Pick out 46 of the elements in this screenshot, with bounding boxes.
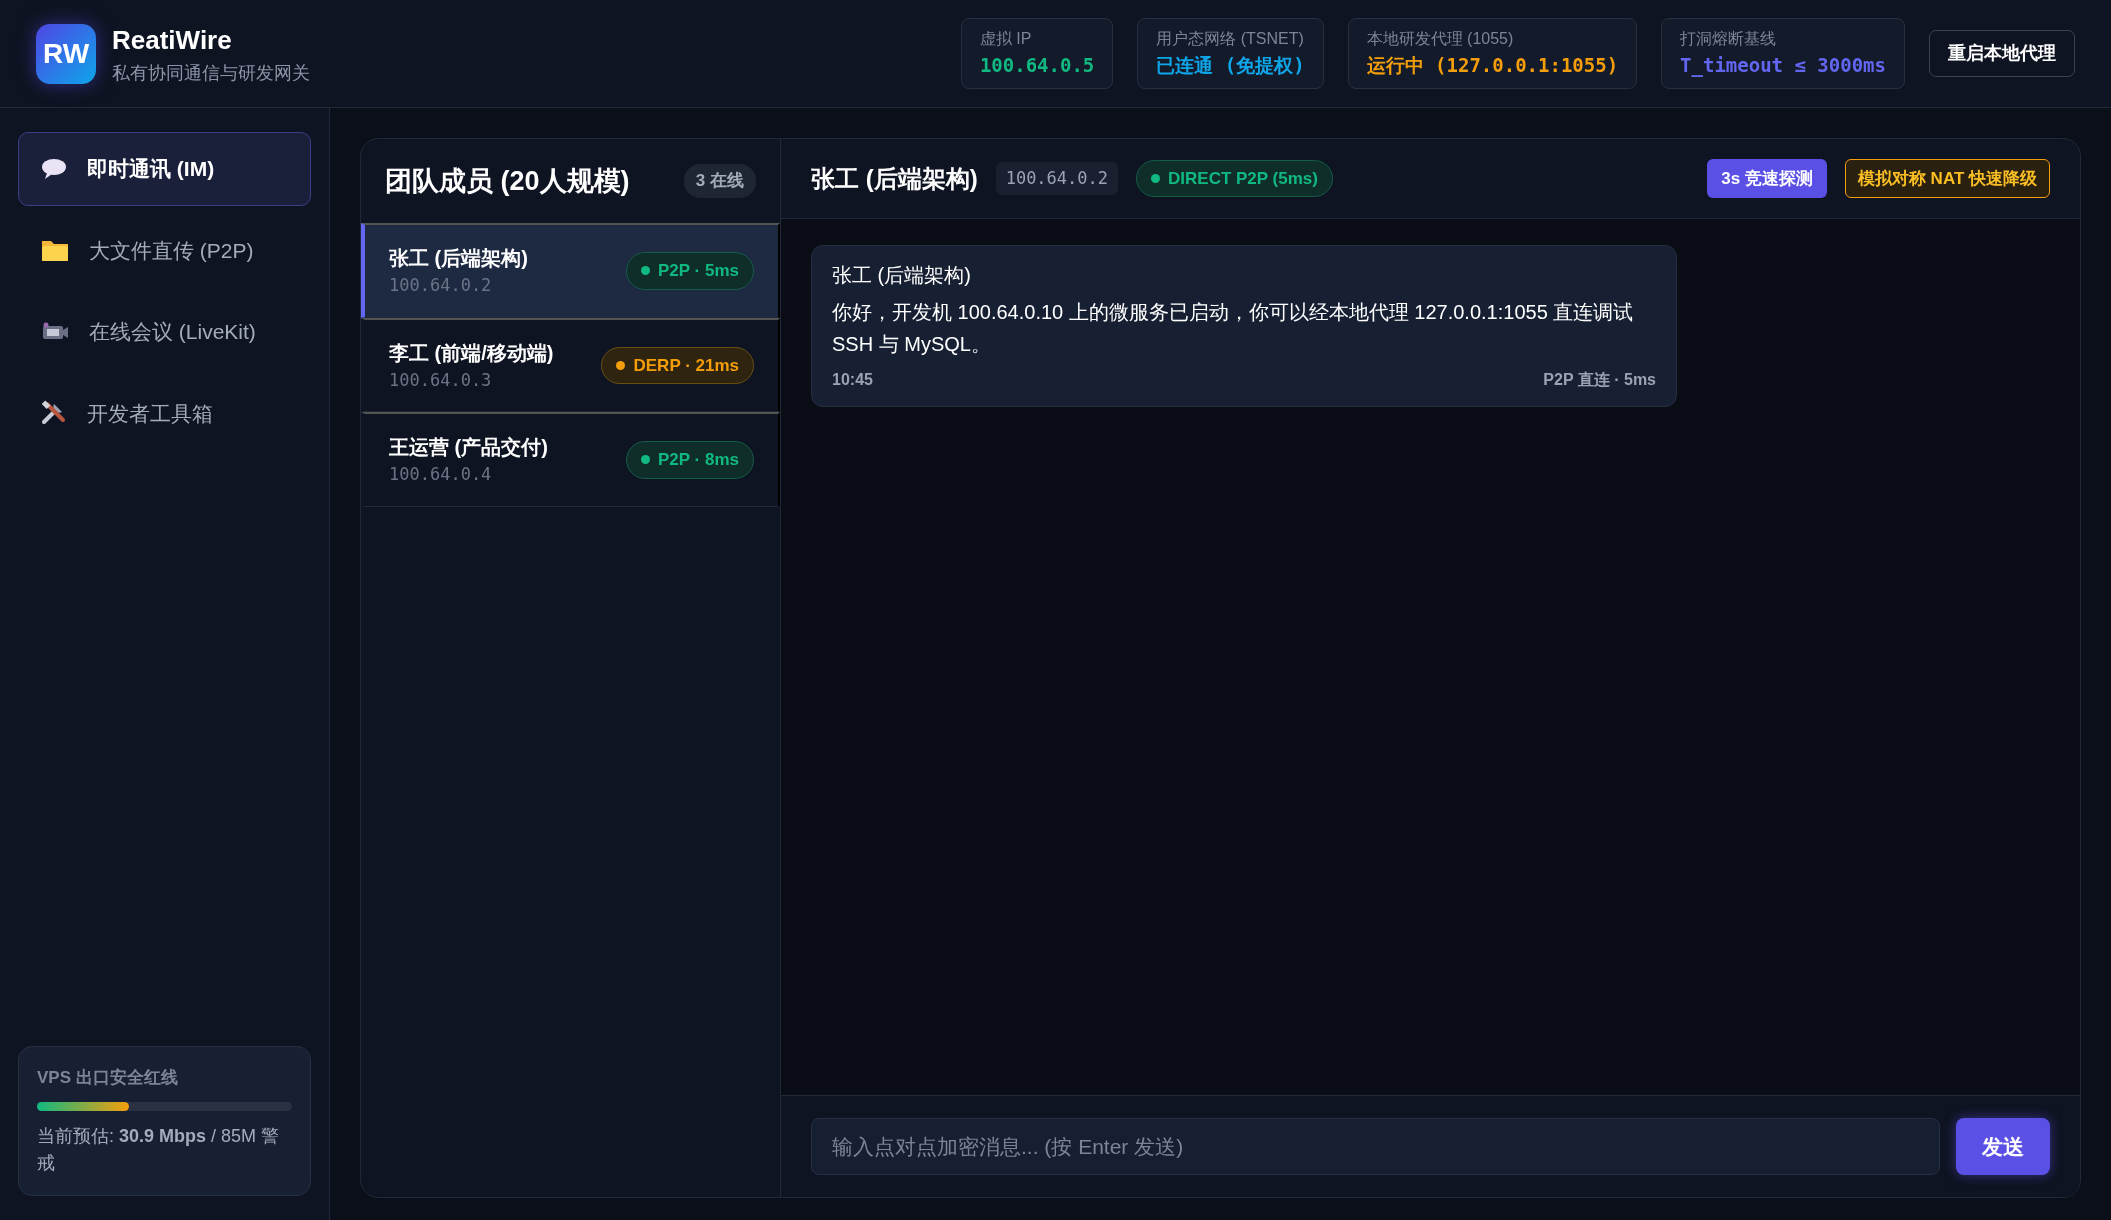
- connection-badge: P2P · 5ms: [626, 252, 754, 290]
- chat-peer-name: 张工 (后端架构): [811, 163, 978, 194]
- speech-bubble-icon: [41, 157, 67, 180]
- egress-title: VPS 出口安全红线: [37, 1066, 179, 1089]
- member-name: 王运营 (产品交付): [389, 435, 548, 460]
- folder-icon: [41, 238, 69, 263]
- app-title: ReatiWire: [112, 23, 233, 57]
- message-route: P2P 直连 · 5ms: [1543, 370, 1656, 390]
- tools-icon: [41, 400, 67, 427]
- bandwidth-estimate: 当前预估: 30.9 Mbps / 85M 警戒: [37, 1125, 281, 1175]
- status-label: 打洞熔断基线: [1680, 29, 1778, 50]
- member-ip: 100.64.0.4: [389, 463, 493, 486]
- connection-badge: P2P · 8ms: [626, 441, 754, 479]
- member-item[interactable]: 张工 (后端架构) 100.64.0.2 P2P · 5ms: [361, 223, 780, 318]
- member-ip: 100.64.0.2: [389, 274, 493, 297]
- panel-title: 团队成员 (20人规模): [385, 164, 630, 198]
- status-label: 用户态网络 (TSNET): [1156, 29, 1305, 50]
- member-name: 李工 (前端/移动端): [389, 340, 554, 366]
- message-time: 10:45: [832, 370, 873, 390]
- connection-badge: DERP · 21ms: [601, 346, 754, 384]
- nav-item[interactable]: 在线会议 (LiveKit): [18, 295, 311, 369]
- app-subtitle: 私有协同通信与研发网关: [112, 61, 310, 85]
- peer-ip: 100.64.0.2: [995, 161, 1118, 196]
- nav-item[interactable]: 开发者工具箱: [18, 376, 311, 450]
- status-value: 100.64.0.5: [979, 53, 1095, 79]
- nav-item[interactable]: 即时通讯 (IM): [18, 132, 311, 206]
- member-ip: 100.64.0.3: [389, 368, 493, 392]
- message-input[interactable]: 输入点对点加密消息... (按 Enter 发送): [811, 1117, 1940, 1175]
- status-label: 虚拟 IP: [979, 29, 1033, 50]
- restart-proxy-button[interactable]: 重启本地代理: [1929, 30, 2075, 77]
- status-value: T_timeout ≤ 3000ms: [1680, 53, 1886, 79]
- member-item[interactable]: 王运营 (产品交付) 100.64.0.4 P2P · 8ms: [361, 412, 780, 507]
- message-text: 你好，开发机 100.64.0.10 上的微服务已启动，你可以经本地代理 127.0.0.1:1055 直连调试 SSH 与 MySQL。: [832, 300, 1635, 357]
- member-item[interactable]: 李工 (前端/移动端) 100.64.0.3 DERP · 21ms: [361, 317, 780, 412]
- nav-item[interactable]: 大文件直传 (P2P): [18, 213, 311, 287]
- send-button[interactable]: 发送: [1956, 1117, 2050, 1175]
- online-count: 3 在线: [683, 164, 756, 198]
- probe-button[interactable]: 3s 竞速探测: [1707, 158, 1827, 199]
- status-value: 已连通 (免提权): [1156, 53, 1305, 79]
- status-value: 运行中 (127.0.0.1:1055): [1366, 53, 1619, 79]
- member-name: 张工 (后端架构): [389, 246, 528, 271]
- link-status: DIRECT P2P (5ms): [1136, 159, 1333, 198]
- status-label: 本地研发代理 (1055): [1366, 29, 1515, 50]
- message-sender: 张工 (后端架构): [832, 263, 972, 288]
- logo: RW: [36, 23, 96, 84]
- nat-fallback-button[interactable]: 模拟对称 NAT 快速降级: [1844, 158, 2050, 199]
